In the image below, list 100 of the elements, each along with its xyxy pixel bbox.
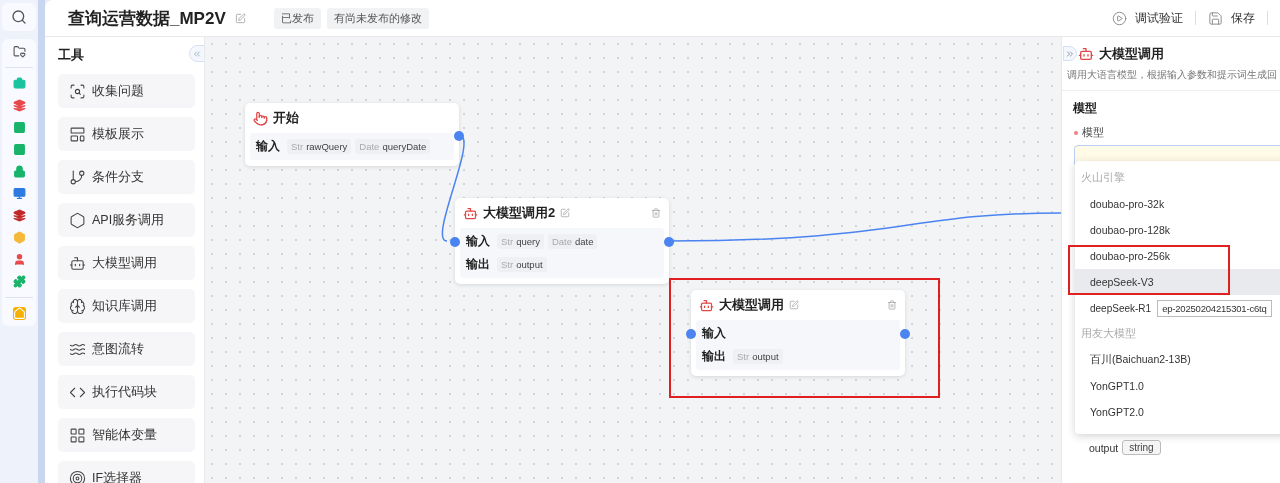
tool-item[interactable]: 执行代码块 xyxy=(58,375,195,409)
expand-button[interactable] xyxy=(1063,46,1077,61)
brain-icon xyxy=(69,297,86,315)
group-label: 火山引擎 xyxy=(1080,170,1126,185)
tool-label: IF选择器 xyxy=(92,469,143,483)
tool-label: 大模型调用 xyxy=(92,254,157,272)
field-label: 模型 xyxy=(1082,126,1104,140)
tool-item[interactable]: 模板展示 xyxy=(58,117,195,151)
status-tag: 有尚未发布的修改 xyxy=(326,7,429,29)
branch-icon xyxy=(69,168,86,186)
output-port[interactable] xyxy=(664,237,674,247)
param-name: rawQuery xyxy=(306,141,348,152)
books-icon[interactable] xyxy=(12,209,26,222)
collapse-button[interactable] xyxy=(189,45,204,62)
play-icon xyxy=(1112,10,1127,26)
edit-icon[interactable] xyxy=(560,208,571,218)
param-name: queryDate xyxy=(382,141,427,152)
chevrons-left-icon xyxy=(192,48,202,59)
port-label: 输入 xyxy=(466,234,490,249)
panel-description: 调用大语言模型，根据输入参数和提示词生成回 xyxy=(1062,63,1280,91)
robot-icon xyxy=(463,205,478,221)
hexagon-icon xyxy=(69,211,86,229)
template-icon xyxy=(69,125,86,143)
dropdown-option[interactable]: deepSeek-V3 xyxy=(1075,269,1280,295)
param-type: Str xyxy=(501,259,514,270)
home-icon[interactable] xyxy=(12,307,26,320)
tool-label: 条件分支 xyxy=(92,168,144,186)
port-label: 输出 xyxy=(702,349,726,364)
dropdown-option[interactable]: 百川(Baichuan2-13B) xyxy=(1075,347,1280,373)
tool-label: 模板展示 xyxy=(92,125,144,143)
lock-icon[interactable] xyxy=(12,165,26,178)
tooltip: ep-20250204215301-c6tq xyxy=(1157,299,1272,317)
group-label: 用友大模型 xyxy=(1080,326,1137,341)
panel-title: 大模型调用 xyxy=(1099,45,1164,63)
output-port[interactable] xyxy=(454,131,464,141)
tool-item[interactable]: 意图流转 xyxy=(58,332,195,366)
save-icon xyxy=(1208,10,1223,26)
tool-item[interactable]: 条件分支 xyxy=(58,160,195,194)
pointer-icon xyxy=(253,110,268,126)
tools-heading: 工具 xyxy=(58,46,84,64)
node-title: 大模型调用2 xyxy=(483,204,556,222)
edit-icon[interactable] xyxy=(789,300,799,310)
section-title: 模型 xyxy=(1072,100,1098,117)
output-name: output xyxy=(1089,441,1119,454)
robot-icon xyxy=(69,254,86,272)
target-icon xyxy=(69,469,86,483)
edit-icon[interactable] xyxy=(234,12,246,24)
type-tag: string xyxy=(1122,440,1161,455)
dropdown-option[interactable]: doubao-pro-128k xyxy=(1075,217,1280,243)
tool-item[interactable]: 收集问题 xyxy=(58,74,195,108)
debug-button[interactable]: 调试验证 xyxy=(1100,9,1195,27)
bag-icon[interactable] xyxy=(12,77,26,90)
node-title: 大模型调用 xyxy=(719,296,784,314)
chevrons-right-icon xyxy=(1065,48,1075,59)
dropdown-option[interactable]: deepSeek-R1 xyxy=(1090,302,1152,314)
input-port[interactable] xyxy=(686,329,696,339)
param-type: Date xyxy=(551,236,572,247)
node-card[interactable]: 大模型调用2 输入 Str query Date date 输出 Str output xyxy=(455,198,669,284)
search-icon[interactable] xyxy=(11,9,27,25)
delete-icon[interactable] xyxy=(887,300,897,310)
folder-icon[interactable] xyxy=(12,45,26,58)
node-card[interactable]: 大模型调用 输入 输出 Str output xyxy=(691,290,905,376)
dropdown-option[interactable]: doubao-pro-256k xyxy=(1075,243,1280,269)
tool-item[interactable]: API服务调用 xyxy=(58,203,195,237)
dropdown-option[interactable]: doubao-pro-32k xyxy=(1075,191,1280,217)
tool-label: 知识库调用 xyxy=(92,297,157,315)
node-card[interactable]: 开始 输入 Str rawQuery Date queryDate xyxy=(245,103,459,166)
tool-item[interactable]: 知识库调用 xyxy=(58,289,195,323)
puzzle-icon[interactable] xyxy=(12,275,26,288)
delete-icon[interactable] xyxy=(651,208,661,218)
param-type: Str xyxy=(501,236,514,247)
robot-icon xyxy=(699,297,714,313)
tool-label: 意图流转 xyxy=(92,340,144,358)
param-type: Str xyxy=(737,351,750,362)
tool-label: API服务调用 xyxy=(92,211,165,229)
port-label: 输入 xyxy=(256,139,280,154)
person-icon[interactable] xyxy=(12,253,26,266)
output-port[interactable] xyxy=(900,329,910,339)
input-port[interactable] xyxy=(450,237,460,247)
grid-icon[interactable] xyxy=(12,143,26,156)
param-name: query xyxy=(516,236,540,247)
tool-label: 执行代码块 xyxy=(92,383,157,401)
port-label: 输出 xyxy=(466,257,490,272)
dropdown-option[interactable]: YonGPT1.0 xyxy=(1075,373,1280,399)
robot-icon xyxy=(1078,46,1094,62)
tool-label: 收集问题 xyxy=(92,82,144,100)
grid-icon[interactable] xyxy=(12,121,26,134)
stack-icon[interactable] xyxy=(12,99,26,112)
tool-label: 智能体变量 xyxy=(92,426,157,444)
box-icon[interactable] xyxy=(12,231,26,244)
port-label: 输入 xyxy=(702,326,726,341)
param-type: Date xyxy=(359,141,380,152)
tool-item[interactable]: IF选择器 xyxy=(58,461,195,483)
tool-item[interactable]: 大模型调用 xyxy=(58,246,195,280)
dropdown-option[interactable]: YonGPT2.0 xyxy=(1075,399,1280,425)
status-tag: 已发布 xyxy=(273,7,321,29)
monitor-icon[interactable] xyxy=(12,187,26,200)
magnifier-icon xyxy=(69,82,86,100)
tool-item[interactable]: 智能体变量 xyxy=(58,418,195,452)
save-button[interactable]: 保存 xyxy=(1196,9,1267,27)
